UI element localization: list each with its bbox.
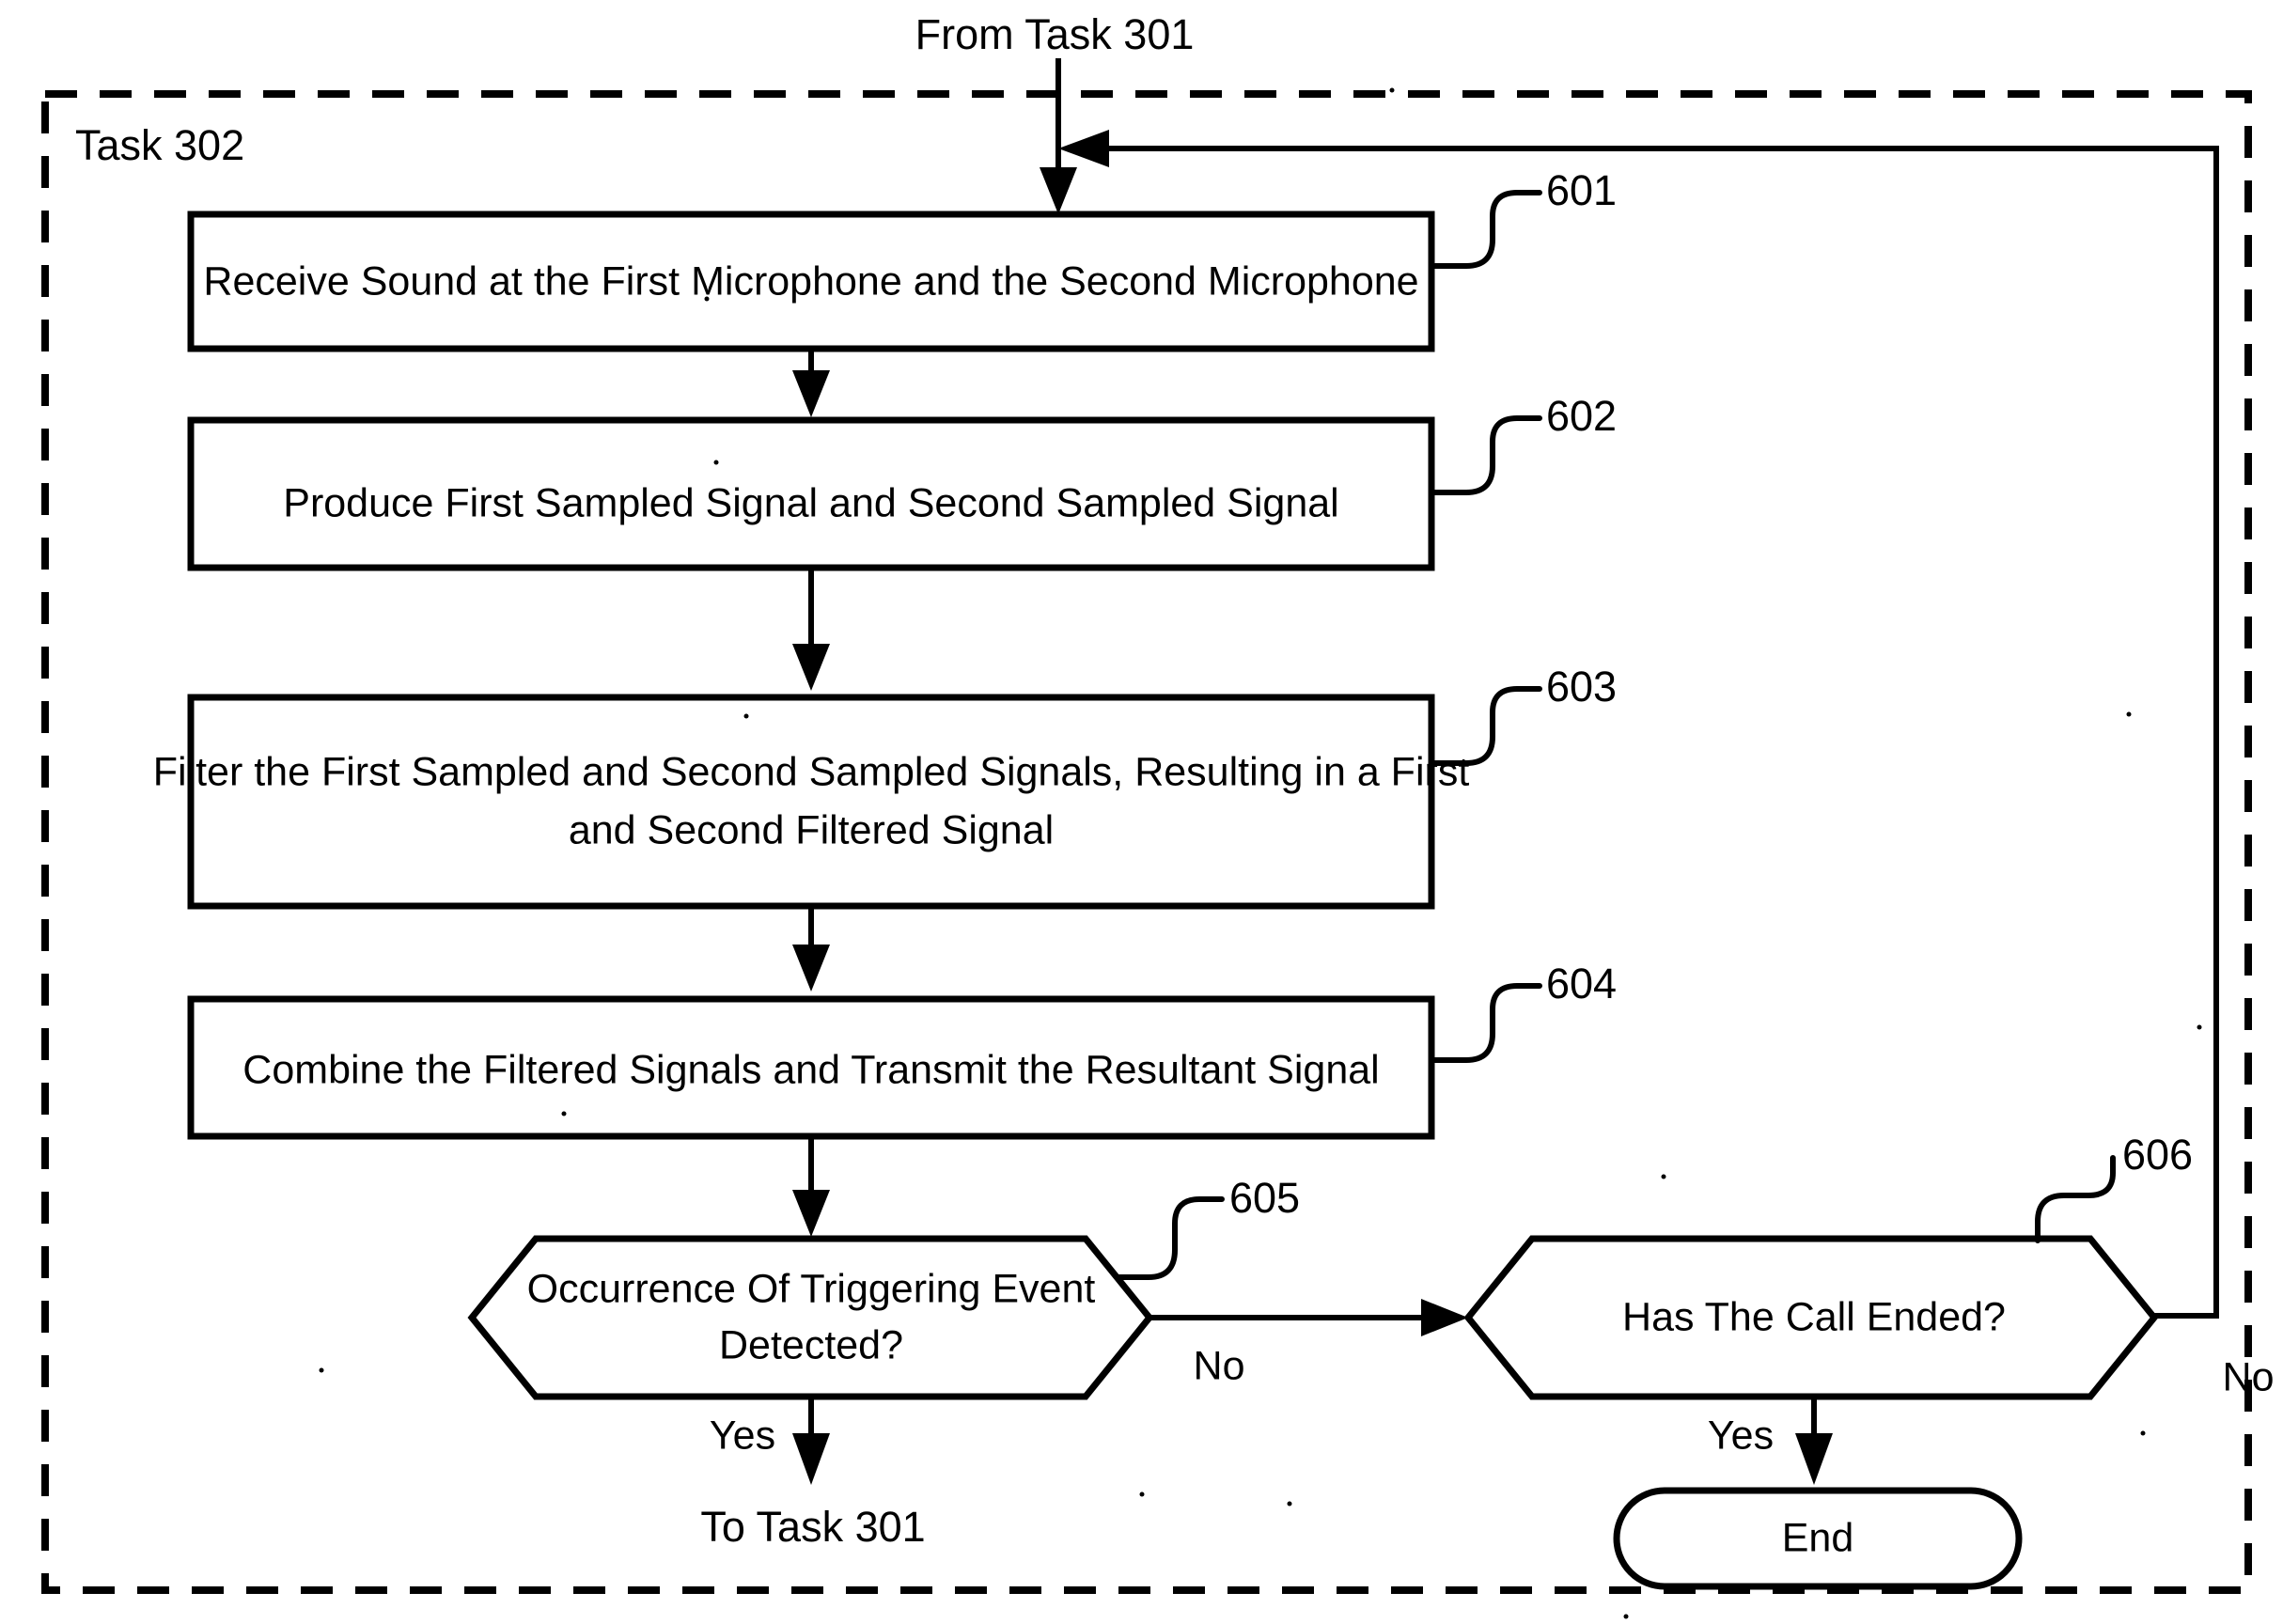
scan-speck [2197,1024,2202,1030]
edge-label-no-605: No [1194,1343,1245,1388]
feedback-loop-arrowhead [1058,130,1109,167]
scan-speck [743,713,749,719]
node-label-end: End [1782,1515,1854,1560]
scan-speck [561,1111,567,1116]
scan-speck [1623,1614,1629,1619]
scan-speck [2126,711,2132,717]
arrowhead-605-606 [1421,1299,1468,1336]
entry-arrowhead [1040,167,1077,214]
arrowhead-605-exit [792,1433,830,1485]
arrowhead-603-604 [792,945,830,992]
node-label-605-line2: Detected? [719,1322,903,1367]
leader-line-606 [2035,1155,2116,1243]
edge-label-yes-605: Yes [710,1413,775,1458]
exit-label-to-task-301: To Task 301 [700,1503,925,1551]
arrowhead-604-605 [792,1190,830,1237]
node-label-602: Produce First Sampled Signal and Second … [283,480,1338,525]
ref-number-606: 606 [2122,1131,2193,1179]
ref-number-601: 601 [1546,166,1617,214]
process-box-603 [187,694,1435,910]
ref-number-604: 604 [1546,960,1617,1007]
node-label-605-line1: Occurrence Of Triggering Event [527,1266,1096,1311]
scan-speck [2140,1430,2146,1436]
flowchart-svg: 601 Receive Sound at the First Microphon… [41,10,2275,1619]
ref-number-602: 602 [1546,392,1617,440]
figure-canvas: 601 Receive Sound at the First Microphon… [0,0,2283,1624]
scan-speck [1287,1501,1292,1507]
scan-speck [319,1367,324,1373]
scan-speck [704,296,710,302]
leader-line-601 [1429,190,1542,269]
arrowhead-601-602 [792,370,830,417]
node-label-604: Combine the Filtered Signals and Transmi… [242,1047,1379,1092]
node-label-606: Has The Call Ended? [1622,1294,2006,1339]
node-label-601: Receive Sound at the First Microphone an… [203,258,1418,304]
scan-speck [1661,1174,1666,1179]
arrowhead-602-603 [792,644,830,691]
leader-line-602 [1429,415,1542,495]
ref-number-605: 605 [1229,1174,1300,1222]
ref-number-603: 603 [1546,663,1617,710]
boundary-label-task-302: Task 302 [75,121,244,169]
node-label-603-line1: Filter the First Sampled and Second Samp… [153,749,1470,794]
edge-label-yes-606: Yes [1708,1413,1774,1458]
arrowhead-606-end [1795,1433,1833,1485]
node-label-603-line2: and Second Filtered Signal [569,807,1054,852]
entry-label-from-task-301: From Task 301 [915,10,1195,58]
decision-hexagon-605 [467,1235,1154,1400]
scan-speck [1389,87,1395,93]
leader-line-604 [1429,983,1542,1063]
scan-speck [1139,1491,1145,1497]
edge-label-no-606: No [2223,1354,2275,1399]
leader-line-605 [1116,1196,1225,1280]
scan-speck [713,460,719,465]
